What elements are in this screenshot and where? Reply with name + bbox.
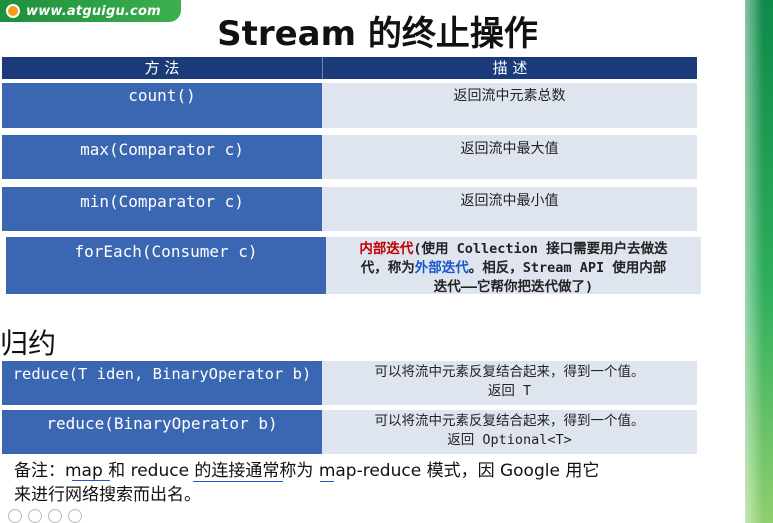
pen-tool-icon[interactable]	[28, 509, 42, 523]
description-cell: 可以将流中元素反复结合起来，得到一个值。 返回 T	[322, 361, 697, 405]
header-description: 描 述	[492, 59, 528, 77]
desc-line: 可以将流中元素反复结合起来，得到一个值。	[374, 364, 645, 380]
slide-edge-decoration	[727, 0, 773, 523]
table-row: reduce(T iden, BinaryOperator b) 可以将流中元素…	[2, 361, 697, 405]
desc-text: 。相反，Stream API 使用内部	[468, 260, 667, 276]
table-header: 方 法 描 述	[2, 57, 697, 79]
presentation-controls[interactable]	[8, 509, 82, 523]
desc-line: 返回 Optional<T>	[447, 432, 572, 448]
desc-text: 代，称为	[360, 260, 415, 276]
slide-title: Stream 的终止操作	[217, 14, 538, 54]
ink-underline	[72, 480, 110, 481]
footnote-line-2: 来进行网络搜索而出名。	[14, 485, 201, 505]
section-title-reduction: 归约	[0, 327, 57, 360]
table-row: count() 返回流中元素总数	[2, 83, 697, 128]
description-cell: 可以将流中元素反复结合起来，得到一个值。 返回 Optional<T>	[322, 410, 697, 454]
desc-text: (使用 Collection 接口需要用户去做迭	[413, 241, 668, 257]
ink-underline	[320, 481, 334, 482]
desc-text: 迭代——它帮你把迭代做了)	[433, 279, 594, 295]
external-iteration-term: 外部迭代	[414, 260, 469, 276]
next-slide-icon[interactable]	[68, 509, 82, 523]
description-cell: 内部迭代(使用 Collection 接口需要用户去做迭 代，称为外部迭代。相反…	[326, 237, 701, 295]
method-cell: count()	[2, 83, 322, 128]
ink-underline	[193, 481, 283, 482]
description-cell: 返回流中元素总数	[322, 83, 697, 128]
method-cell: max(Comparator c)	[2, 135, 322, 179]
prev-slide-icon[interactable]	[8, 509, 22, 523]
slides-menu-icon[interactable]	[48, 509, 62, 523]
table-row: forEach(Consumer c) 内部迭代(使用 Collection 接…	[6, 237, 701, 295]
internal-iteration-term: 内部迭代	[359, 241, 414, 257]
footnote: 备注：map 和 reduce 的连接通常称为 map-reduce 模式，因 …	[14, 459, 614, 507]
description-cell: 返回流中最大值	[322, 135, 697, 179]
description-cell: 返回流中最小值	[322, 187, 697, 231]
desc-line: 可以将流中元素反复结合起来，得到一个值。	[374, 413, 645, 429]
method-cell: forEach(Consumer c)	[6, 237, 326, 294]
method-cell: reduce(T iden, BinaryOperator b)	[2, 361, 322, 405]
method-cell: reduce(BinaryOperator b)	[2, 410, 322, 454]
table-row: min(Comparator c) 返回流中最小值	[2, 187, 697, 231]
header-method: 方 法	[2, 57, 323, 79]
desc-line: 返回 T	[487, 383, 532, 399]
method-cell: min(Comparator c)	[2, 187, 322, 231]
table-row: reduce(BinaryOperator b) 可以将流中元素反复结合起来，得…	[2, 410, 697, 454]
table-row: max(Comparator c) 返回流中最大值	[2, 135, 697, 179]
